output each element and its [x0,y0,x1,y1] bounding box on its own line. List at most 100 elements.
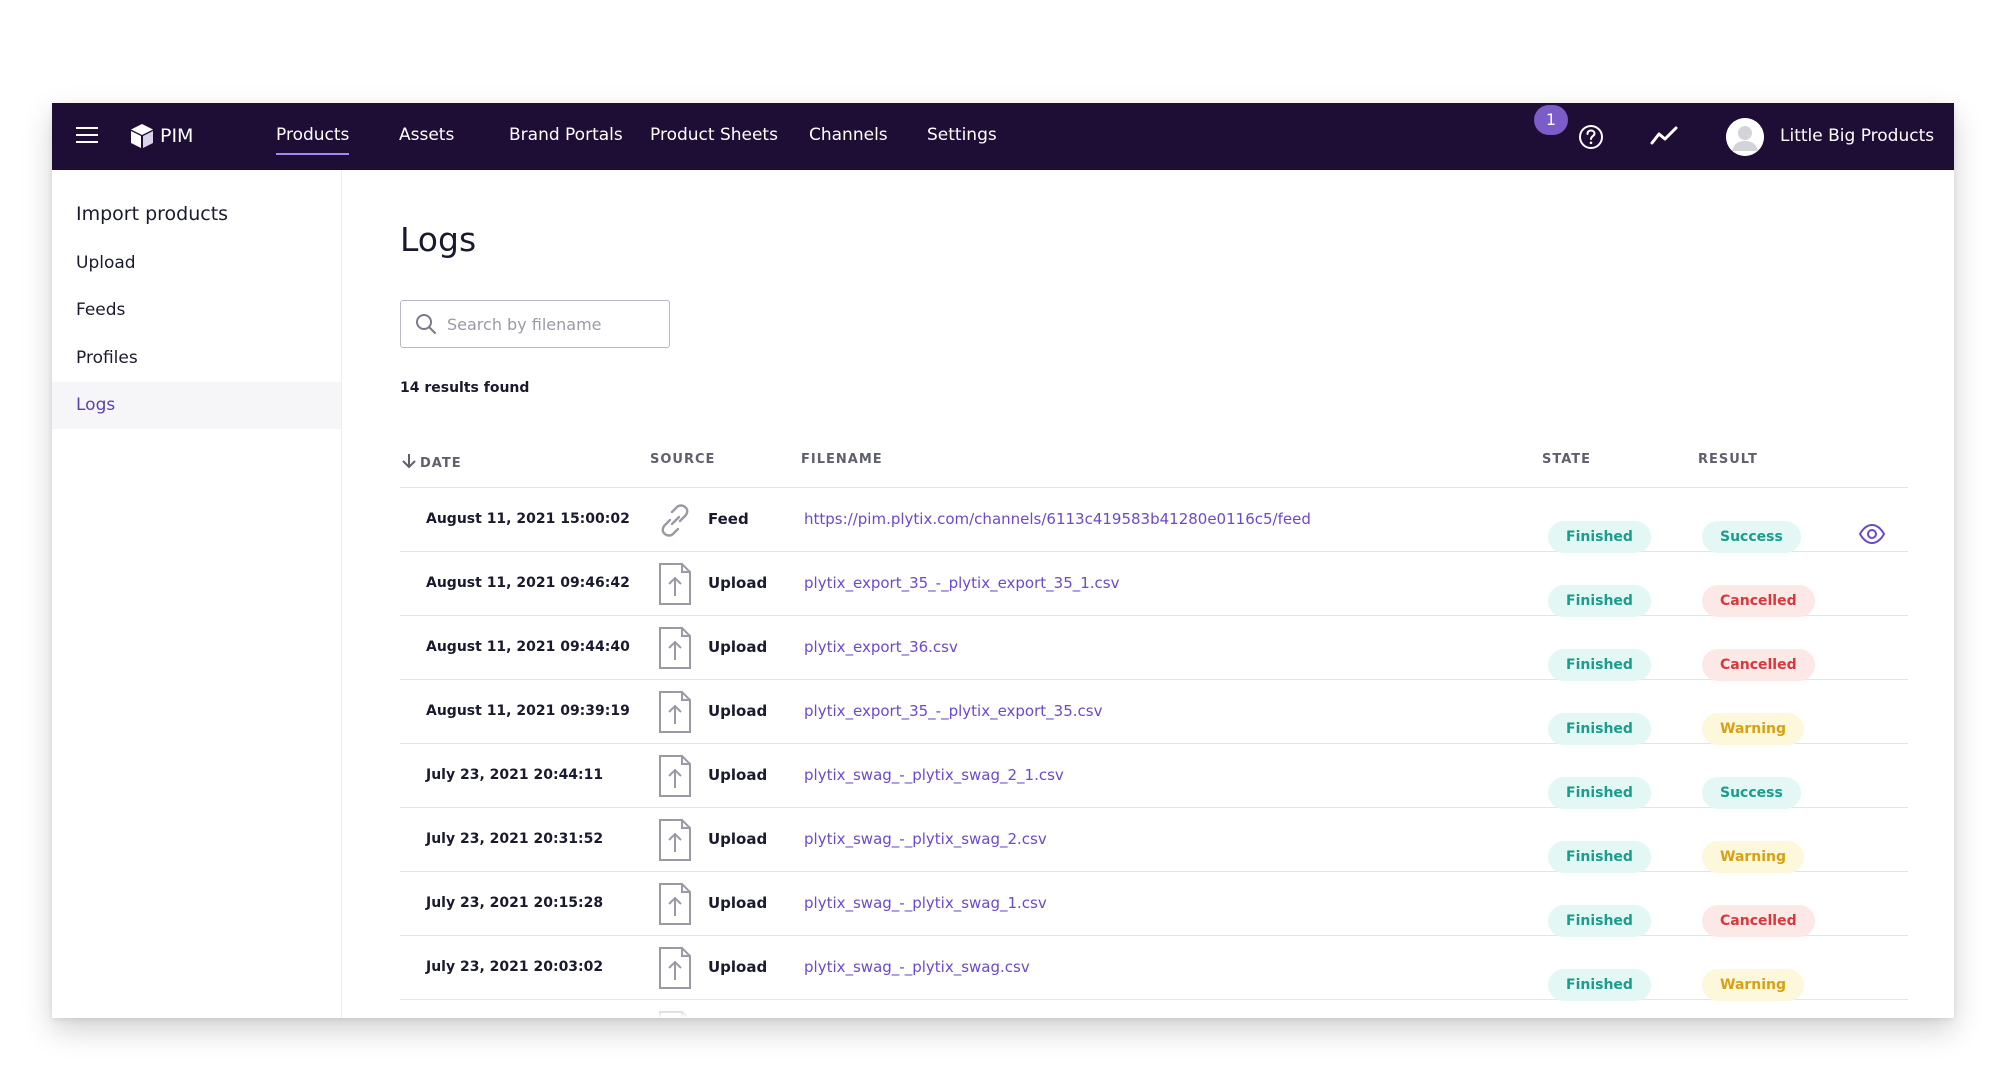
table-row[interactable]: August 11, 2021 09:44:40 Upload plytix_exp… [400,616,1908,681]
table-row[interactable]: July 23, 2021 20:44:11 Upload plytix_swag_… [400,744,1908,809]
menu-icon[interactable] [76,127,98,145]
table-row[interactable]: August 11, 2021 09:46:42 Upload plytix_exp… [400,552,1908,617]
cube-logo-icon[interactable] [130,123,154,149]
search-box[interactable] [400,300,670,348]
result-badge: Cancelled [1702,649,1815,681]
state-badge: Finished [1548,649,1651,681]
state-badge: Finished [1548,777,1651,809]
log-date: August 11, 2021 09:44:40 [426,639,630,655]
search-icon [416,314,436,334]
log-date: July 23, 2021 20:15:28 [426,895,604,911]
top-navigation-bar: PIM Products Assets Brand Portals Produc… [52,103,1954,170]
log-date: August 11, 2021 09:46:42 [426,575,630,591]
log-filename-link[interactable]: plytix_swag_-_plytix_swag_2.csv [804,808,1047,871]
state-cell: Finished [1548,824,1651,873]
upload-file-icon [658,562,692,606]
log-date: July 23, 2021 20:44:11 [426,767,604,783]
sidebar-item-upload[interactable]: Upload [52,240,341,287]
log-source: Upload [708,574,768,592]
column-header-state: STATE [1542,452,1592,467]
state-cell: Finished [1548,760,1651,809]
sidebar-item-logs[interactable]: Logs [52,382,341,429]
upload-file-icon [658,946,692,990]
account-name[interactable]: Little Big Products [1780,126,1934,146]
log-filename-link[interactable]: https://pim.plytix.com/channels/6113c419… [804,488,1311,551]
state-badge: Finished [1548,905,1651,937]
log-date: August 11, 2021 09:39:19 [426,703,630,719]
column-header-filename: FILENAME [801,452,883,467]
log-source: Upload [708,766,768,784]
result-cell: Warning [1702,696,1805,745]
result-badge: Warning [1702,713,1805,745]
upload-file-icon [658,626,692,670]
state-badge: Finished [1548,521,1651,553]
nav-brand-portals[interactable]: Brand Portals [509,125,623,145]
scroll-fade [342,998,1954,1018]
analytics-trend-icon[interactable] [1650,125,1678,147]
nav-channels[interactable]: Channels [809,125,888,145]
view-eye-icon[interactable] [1858,508,1886,545]
sidebar-title: Import products [76,203,229,225]
help-icon[interactable] [1578,124,1604,150]
link-icon [658,498,692,542]
state-cell: Finished [1548,952,1651,1001]
result-cell: Cancelled [1702,888,1815,937]
result-cell: Success [1702,760,1801,809]
column-header-date-label: DATE [420,456,462,471]
table-row[interactable]: July 23, 2021 20:03:02 Upload plytix_swag_… [400,936,1908,1001]
user-icon [1726,118,1764,156]
state-badge: Finished [1548,713,1651,745]
state-badge: Finished [1548,969,1651,1001]
nav-settings[interactable]: Settings [927,125,997,145]
result-badge: Warning [1702,969,1805,1001]
search-input[interactable] [447,309,657,339]
nav-product-sheets[interactable]: Product Sheets [650,125,778,145]
log-filename-link[interactable]: plytix_export_35_-_plytix_export_35.csv [804,680,1102,743]
log-source: Feed [708,510,749,528]
log-filename-link[interactable]: plytix_export_36.csv [804,616,958,679]
upload-file-icon [658,818,692,862]
column-header-result: RESULT [1698,452,1758,467]
result-badge: Warning [1702,841,1805,873]
table-row[interactable]: August 11, 2021 15:00:02 Feed https://pim.… [400,488,1908,553]
upload-file-icon [658,754,692,798]
log-date: July 23, 2021 20:03:02 [426,959,604,975]
result-badge: Success [1702,521,1801,553]
table-row[interactable]: July 23, 2021 20:15:28 Upload plytix_swag_… [400,872,1908,937]
column-header-source: SOURCE [650,452,716,467]
page-title: Logs [400,220,477,259]
log-source: Upload [708,830,768,848]
results-count: 14 results found [400,380,530,396]
state-cell: Finished [1548,504,1651,553]
sidebar-item-feeds[interactable]: Feeds [52,287,341,334]
user-avatar[interactable] [1726,118,1764,156]
log-source: Upload [708,894,768,912]
result-cell: Warning [1702,824,1805,873]
result-badge: Cancelled [1702,905,1815,937]
log-filename-link[interactable]: plytix_swag_-_plytix_swag_2_1.csv [804,744,1064,807]
notification-badge[interactable]: 1 [1534,105,1568,135]
result-cell: Cancelled [1702,632,1815,681]
result-badge: Cancelled [1702,585,1815,617]
nav-products[interactable]: Products [276,125,350,155]
table-row[interactable]: August 11, 2021 09:39:19 Upload plytix_exp… [400,680,1908,745]
column-header-date[interactable]: DATE [400,452,462,471]
log-filename-link[interactable]: plytix_swag_-_plytix_swag_1.csv [804,872,1047,935]
sidebar-item-profiles[interactable]: Profiles [52,335,341,382]
result-badge: Success [1702,777,1801,809]
brand-name[interactable]: PIM [160,125,193,147]
table-body: August 11, 2021 15:00:02 Feed https://pim.… [400,488,1908,1018]
result-cell: Cancelled [1702,568,1815,617]
state-cell: Finished [1548,632,1651,681]
log-filename-link[interactable]: plytix_swag_-_plytix_swag.csv [804,936,1030,999]
nav-assets[interactable]: Assets [399,125,454,145]
app-window: PIM Products Assets Brand Portals Produc… [52,103,1954,1018]
result-cell: Success [1702,504,1801,553]
table-header: DATE SOURCE FILENAME STATE RESULT [400,438,1908,488]
upload-file-icon [658,690,692,734]
sort-descending-icon[interactable] [400,452,418,470]
log-filename-link[interactable]: plytix_export_35_-_plytix_export_35_1.cs… [804,552,1120,615]
state-badge: Finished [1548,841,1651,873]
result-cell: Warning [1702,952,1805,1001]
table-row[interactable]: July 23, 2021 20:31:52 Upload plytix_swag_… [400,808,1908,873]
